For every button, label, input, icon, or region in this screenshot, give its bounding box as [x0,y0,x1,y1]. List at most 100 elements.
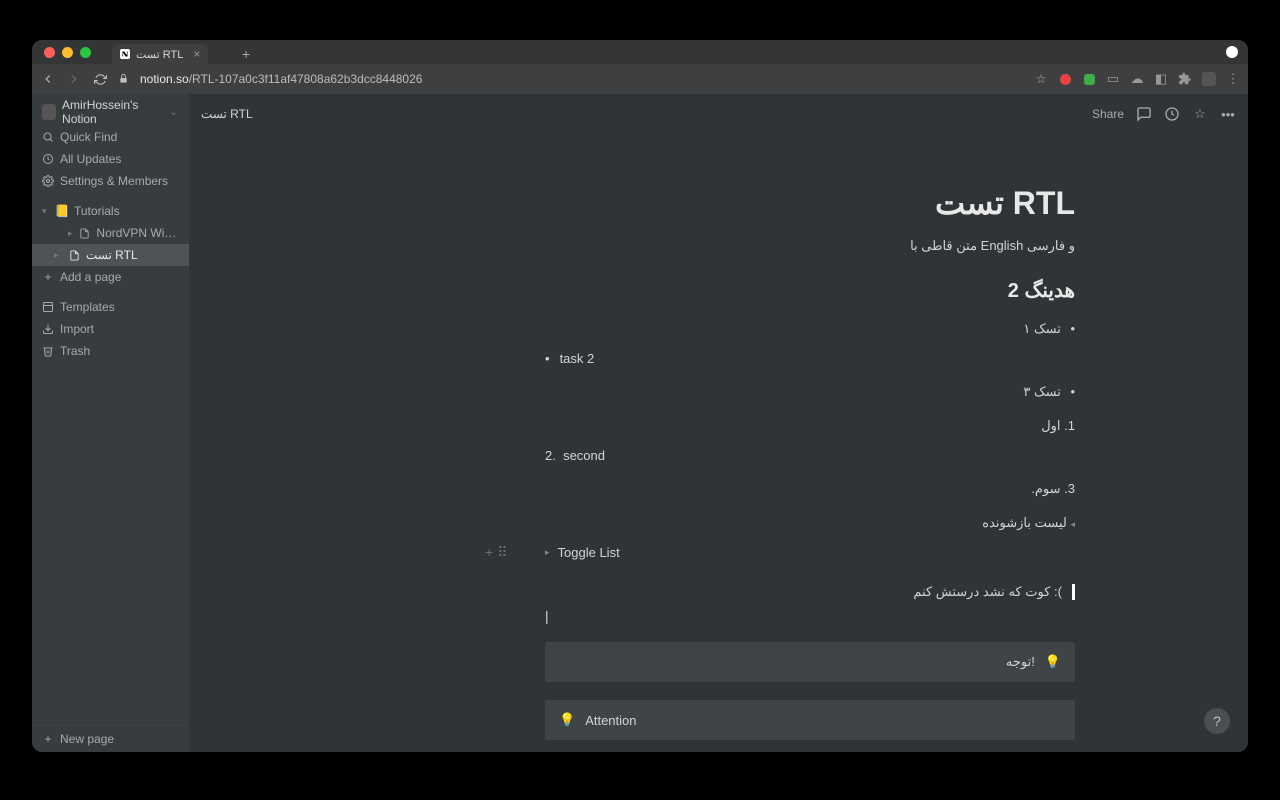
all-updates-button[interactable]: All Updates [32,148,189,170]
numbered-item[interactable]: 3. سوم. [545,481,1075,497]
new-page-button[interactable]: + New page [32,726,189,752]
gear-icon [42,175,54,187]
search-icon [42,131,54,143]
add-block-icon[interactable]: + [485,544,493,561]
maximize-window-icon[interactable] [80,47,91,58]
toggle-item[interactable]: لیست بازشونده ◂ [545,515,1075,531]
main-content: تست RTL Share ☆ ••• تست RTL متن قاطی با … [189,94,1248,752]
workspace-name: AmirHossein's Notion [62,98,162,126]
heading-2[interactable]: هدینگ 2 [545,278,1075,303]
numbered-item[interactable]: 2. second [545,448,1075,463]
workspace-switcher[interactable]: AmirHossein's Notion ⌄ [32,98,189,126]
browser-window: تست RTL × + notion.so/RTL-107a0c3f11af47… [32,40,1248,752]
chevron-expand-icon: ⌄ [168,106,179,118]
callout-text: Attention [585,713,636,728]
page-icon [68,249,80,261]
folder-icon: 📒 [56,205,68,217]
close-window-icon[interactable] [44,47,55,58]
chevron-down-icon[interactable]: ▾ [42,206,50,217]
quote-block[interactable]: کوت که نشد درستش کنم :( [545,584,1075,600]
tutorials-label: Tutorials [74,204,120,218]
chevron-right-icon[interactable]: ▸ [54,250,62,261]
extension-icon[interactable]: ☁ [1130,72,1144,86]
workspace-avatar-icon [42,104,56,120]
extension-icon[interactable]: ◧ [1154,72,1168,86]
quick-find-button[interactable]: Quick Find [32,126,189,148]
url-bar: notion.so/RTL-107a0c3f11af47808a62b3dcc8… [32,64,1248,94]
updates-icon[interactable] [1164,106,1180,122]
settings-button[interactable]: Settings & Members [32,170,189,192]
numbered-item[interactable]: 1. اول [545,418,1075,434]
extension-red-icon[interactable] [1058,72,1072,86]
bullet-item[interactable]: تسک ۳ [545,384,1075,400]
browser-menu-icon[interactable]: ⋮ [1226,72,1240,86]
plus-icon: + [42,733,54,745]
add-page-button[interactable]: + Add a page [32,266,189,288]
extension-green-icon[interactable] [1082,72,1096,86]
extension-icon[interactable]: ▭ [1106,72,1120,86]
templates-icon [42,301,54,313]
bullet-item[interactable]: task 2 [545,351,1075,366]
lock-icon[interactable] [118,73,130,85]
chevron-right-icon[interactable]: ▸ [68,228,73,239]
extensions-puzzle-icon[interactable] [1178,72,1192,86]
rtl-page-label: تست RTL [86,248,138,262]
new-page-label: New page [60,732,114,746]
breadcrumb[interactable]: تست RTL [201,107,253,121]
page-topbar: تست RTL Share ☆ ••• [189,94,1248,134]
sidebar-item-rtl[interactable]: ▸ تست RTL [32,244,189,266]
text-cursor[interactable]: | [545,608,1075,624]
quick-find-label: Quick Find [60,130,117,144]
browser-tab[interactable]: تست RTL × [112,44,208,64]
templates-button[interactable]: Templates [32,296,189,318]
trash-label: Trash [60,344,90,358]
add-page-label: Add a page [60,270,121,284]
callout-block[interactable]: 💡 Attention [545,700,1075,740]
notification-dot-icon[interactable] [1226,46,1238,58]
bulb-icon: 💡 [559,712,575,728]
chevron-left-icon: ◂ [1070,519,1075,530]
reload-button[interactable] [92,71,108,87]
page-icon [79,227,90,239]
chevron-right-icon: ▸ [545,547,550,558]
tab-favicon-icon [120,49,130,59]
import-button[interactable]: Import [32,318,189,340]
bookmark-star-icon[interactable]: ☆ [1034,72,1048,86]
toggle-item[interactable]: + ⠿ ▸ Toggle List [545,545,1075,560]
callout-text: توجه! [1006,654,1035,670]
comments-icon[interactable] [1136,106,1152,122]
tab-close-icon[interactable]: × [193,47,200,61]
share-button[interactable]: Share [1092,107,1124,121]
plus-icon: + [42,271,54,283]
callout-block[interactable]: 💡 توجه! [545,642,1075,682]
page-content: تست RTL متن قاطی با English و فارسی هدین… [545,144,1075,752]
back-button[interactable] [40,71,56,87]
new-tab-button[interactable]: + [242,46,250,62]
clock-icon [42,153,54,165]
tab-title: تست RTL [136,48,183,61]
all-updates-label: All Updates [60,152,121,166]
window-titlebar: تست RTL × + [32,40,1248,64]
settings-label: Settings & Members [60,174,168,188]
profile-avatar-icon[interactable] [1202,72,1216,86]
trash-icon [42,345,54,357]
url-input[interactable]: notion.so/RTL-107a0c3f11af47808a62b3dcc8… [140,72,1024,86]
nordvpn-label: NordVPN WireGuard... [96,226,179,240]
import-label: Import [60,322,94,336]
drag-handle-icon[interactable]: ⠿ [497,544,507,561]
download-icon [42,323,54,335]
forward-button[interactable] [66,71,82,87]
bullet-item[interactable]: تسک ۱ [545,321,1075,337]
trash-button[interactable]: Trash [32,340,189,362]
help-button[interactable]: ? [1204,708,1230,734]
sidebar: AmirHossein's Notion ⌄ Quick Find All Up… [32,94,189,752]
more-icon[interactable]: ••• [1220,106,1236,122]
favorite-icon[interactable]: ☆ [1192,106,1208,122]
templates-label: Templates [60,300,115,314]
page-title[interactable]: تست RTL [545,184,1075,222]
bulb-icon: 💡 [1045,654,1061,670]
sidebar-item-tutorials[interactable]: ▾ 📒 Tutorials [32,200,189,222]
minimize-window-icon[interactable] [62,47,73,58]
sidebar-item-nordvpn[interactable]: ▸ NordVPN WireGuard... [32,222,189,244]
page-subtitle[interactable]: متن قاطی با English و فارسی [545,238,1075,254]
